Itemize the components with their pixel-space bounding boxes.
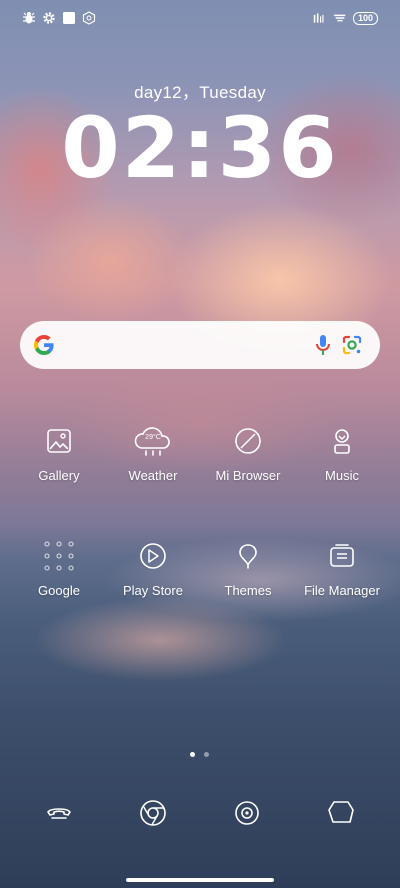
- app-file-manager[interactable]: File Manager: [294, 536, 390, 598]
- messages-icon: [326, 798, 356, 833]
- app-label: Mi Browser: [215, 468, 281, 483]
- dock-chrome[interactable]: [133, 795, 173, 835]
- app-label: File Manager: [304, 583, 380, 598]
- app-music[interactable]: Music: [294, 421, 390, 483]
- app-themes[interactable]: Themes: [200, 536, 296, 598]
- phone-icon: [45, 801, 73, 830]
- gallery-icon: [39, 421, 79, 461]
- page-indicator-active[interactable]: [190, 752, 195, 757]
- status-bar-left: [22, 11, 96, 25]
- music-icon: [322, 421, 362, 461]
- chrome-icon: [138, 798, 168, 833]
- dock-phone[interactable]: [39, 795, 79, 835]
- themes-icon: [228, 536, 268, 576]
- app-label: Play Store: [123, 583, 183, 598]
- google-search-bar[interactable]: [20, 321, 380, 369]
- browser-icon: [228, 421, 268, 461]
- app-google-folder[interactable]: Google: [11, 536, 107, 598]
- app-label: Themes: [224, 583, 272, 598]
- home-gesture-bar[interactable]: [126, 878, 274, 882]
- bug-icon: [22, 11, 36, 25]
- weather-icon: 29°C: [133, 421, 173, 461]
- battery-indicator: 100: [352, 11, 378, 25]
- google-g-icon: [32, 333, 56, 362]
- signal-bars-icon: [313, 11, 327, 25]
- app-label: Gallery: [38, 468, 80, 483]
- wifi-icon: [333, 11, 347, 25]
- square-icon: [62, 11, 76, 25]
- microphone-icon[interactable]: [312, 333, 334, 362]
- app-weather[interactable]: 29°C Weather: [105, 421, 201, 483]
- google-folder-icon: [39, 536, 79, 576]
- app-play-store[interactable]: Play Store: [105, 536, 201, 598]
- dock-messages[interactable]: [321, 795, 361, 835]
- app-label: Weather: [128, 468, 178, 483]
- app-badge-icon: [82, 11, 96, 25]
- camera-icon: [233, 799, 261, 832]
- page-indicator-inactive[interactable]: [204, 752, 209, 757]
- status-bar-right: 100: [313, 11, 378, 25]
- app-label: Music: [325, 468, 359, 483]
- weather-temp: 29°C: [145, 434, 161, 441]
- lock-clock[interactable]: 02:36: [0, 100, 400, 196]
- dock-camera[interactable]: [227, 795, 267, 835]
- settings-gear-icon: [42, 11, 56, 25]
- google-lens-icon[interactable]: [340, 333, 364, 362]
- app-mi-browser[interactable]: Mi Browser: [200, 421, 296, 483]
- file-manager-icon: [322, 536, 362, 576]
- app-label: Google: [38, 583, 80, 598]
- app-gallery[interactable]: Gallery: [11, 421, 107, 483]
- play-store-icon: [133, 536, 173, 576]
